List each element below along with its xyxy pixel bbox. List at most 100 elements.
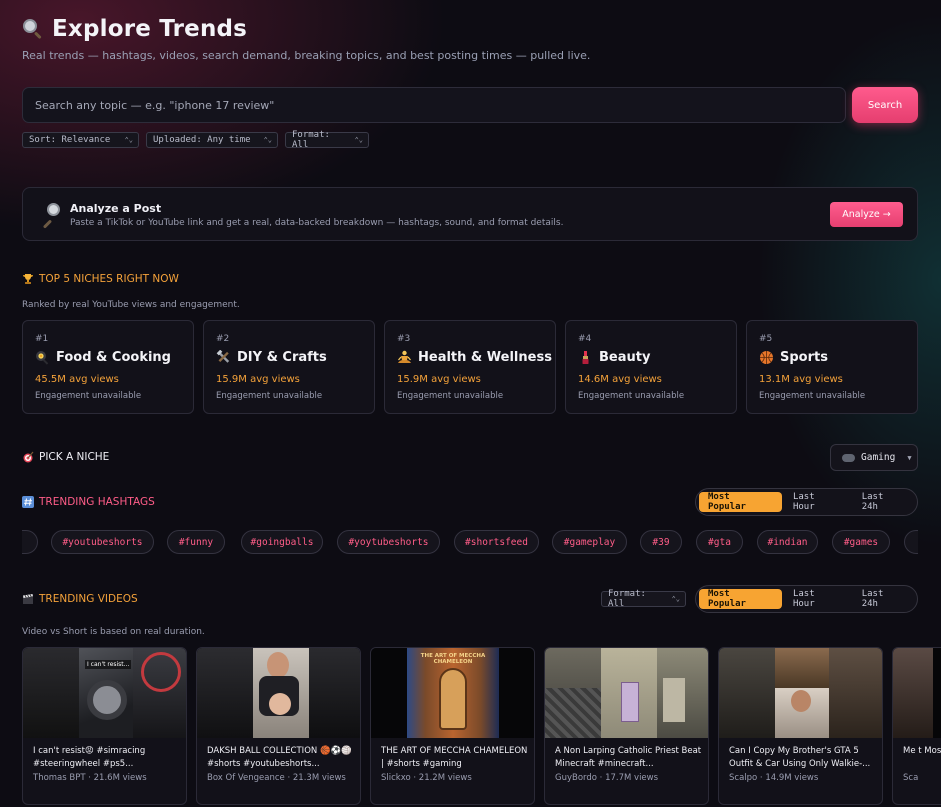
niche-engagement: Engagement unavailable bbox=[216, 391, 323, 401]
uploaded-select[interactable]: Uploaded: Any time ⌃⌄ bbox=[146, 132, 278, 148]
video-thumbnail bbox=[893, 648, 941, 738]
hashtag-chip[interactable]: #funny bbox=[167, 530, 225, 554]
search-filters: Sort: Relevance ⌃⌄ Uploaded: Any time ⌃⌄ F… bbox=[22, 130, 369, 150]
search-input[interactable] bbox=[35, 98, 845, 112]
tab-last-hour[interactable]: Last Hour bbox=[784, 589, 851, 609]
video-title: A Non Larping Catholic Priest Beat Minec… bbox=[555, 746, 702, 769]
target-icon bbox=[23, 451, 34, 463]
video-format-select[interactable]: Format: All ⌃⌄ bbox=[601, 589, 686, 609]
niches-heading: TOP 5 NICHES RIGHT NOW bbox=[39, 273, 179, 285]
niche-engagement: Engagement unavailable bbox=[35, 391, 142, 401]
video-meta: Scalpo · 14.9M views bbox=[729, 773, 819, 783]
video-card[interactable]: I can't resist... I can't resist😡 #simra… bbox=[22, 647, 187, 805]
sort-select-value: Sort: Relevance bbox=[29, 135, 111, 145]
updown-icon: ⌃⌄ bbox=[263, 136, 272, 144]
niche-card[interactable]: #1 Food & Cooking 45.5M avg views Engage… bbox=[22, 320, 194, 414]
video-title: THE ART OF MECCHA CHAMELEON | #shorts #g… bbox=[381, 746, 528, 769]
hashtag-chip[interactable]: #youtubeshorts bbox=[51, 530, 154, 554]
videos-note: Video vs Short is based on real duration… bbox=[22, 627, 205, 637]
lipstick-icon bbox=[582, 351, 589, 364]
hashtags-heading: TRENDING HASHTAGS bbox=[39, 496, 155, 508]
hashtag-chip[interactable]: #shortsfeed bbox=[454, 530, 539, 554]
tools-icon bbox=[216, 350, 230, 363]
tab-most-popular[interactable]: Most Popular bbox=[699, 589, 782, 609]
niche-engagement: Engagement unavailable bbox=[397, 391, 504, 401]
gamepad-icon bbox=[842, 453, 855, 462]
video-card[interactable]: Me t Mos Sca bbox=[892, 647, 941, 805]
video-title: I can't resist😡 #simracing #steeringwhee… bbox=[33, 746, 146, 769]
hashtag-chip-partial[interactable] bbox=[22, 530, 38, 554]
video-thumbnail: THE ART OF MECCHA CHAMELEON bbox=[371, 648, 534, 738]
niches-heading-row: TOP 5 NICHES RIGHT NOW bbox=[22, 273, 179, 285]
hashtag-chip[interactable]: #gta bbox=[696, 530, 743, 554]
videos-heading-row: TRENDING VIDEOS bbox=[22, 593, 138, 605]
search-button[interactable]: Search bbox=[852, 87, 918, 123]
niche-rank: #5 bbox=[759, 334, 773, 344]
niche-avg-views: 15.9M avg views bbox=[216, 374, 300, 385]
niche-name: Food & Cooking bbox=[56, 350, 171, 365]
hashtag-chip[interactable]: #games bbox=[832, 530, 890, 554]
video-card[interactable]: THE ART OF MECCHA CHAMELEON THE ART OF M… bbox=[370, 647, 535, 805]
sort-select[interactable]: Sort: Relevance ⌃⌄ bbox=[22, 132, 139, 148]
hashtag-chip[interactable]: #39 bbox=[640, 530, 682, 554]
video-title: DAKSH BALL COLLECTION 🏀⚽🏐 #shorts #youtu… bbox=[207, 746, 352, 769]
niche-card[interactable]: #4 Beauty 14.6M avg views Engagement una… bbox=[565, 320, 737, 414]
hashtag-chip[interactable]: #yoytubeshorts bbox=[337, 530, 440, 554]
page-title: Explore Trends bbox=[52, 16, 248, 42]
video-card[interactable]: DAKSH BALL COLLECTION 🏀⚽🏐 #shorts #youtu… bbox=[196, 647, 361, 805]
tab-last-24h[interactable]: Last 24h bbox=[853, 589, 914, 609]
video-card[interactable]: A Non Larping Catholic Priest Beat Minec… bbox=[544, 647, 709, 805]
niche-avg-views: 15.9M avg views bbox=[397, 374, 481, 385]
niche-rank: #2 bbox=[216, 334, 230, 344]
niche-card[interactable]: #2 DIY & Crafts 15.9M avg views Engageme… bbox=[203, 320, 375, 414]
tab-last-24h[interactable]: Last 24h bbox=[853, 492, 914, 512]
niche-rank: #3 bbox=[397, 334, 411, 344]
niche-avg-views: 45.5M avg views bbox=[35, 374, 119, 385]
niche-engagement: Engagement unavailable bbox=[578, 391, 685, 401]
video-title: Me t Mos bbox=[903, 746, 941, 756]
niche-dropdown-value: Gaming bbox=[861, 452, 896, 463]
niche-name: Sports bbox=[780, 350, 828, 365]
niche-name: Beauty bbox=[599, 350, 651, 365]
trophy-icon bbox=[23, 274, 33, 284]
hashtag-chip[interactable]: #gameplay bbox=[552, 530, 627, 554]
niche-name-row: Beauty bbox=[578, 350, 650, 365]
hashtag-chip[interactable]: #indian bbox=[757, 530, 818, 554]
niche-cards: #1 Food & Cooking 45.5M avg views Engage… bbox=[22, 320, 918, 414]
analyze-post-card: Analyze a Post Paste a TikTok or YouTube… bbox=[22, 187, 918, 241]
niche-card[interactable]: #5 Sports 13.1M avg views Engagement una… bbox=[746, 320, 918, 414]
pick-niche-heading: PICK A NICHE bbox=[39, 451, 110, 463]
analyze-heading: Analyze a Post bbox=[70, 202, 162, 215]
frying-pan-icon bbox=[36, 351, 49, 365]
pushpin-icon bbox=[39, 203, 61, 229]
page-subtitle: Real trends — hashtags, videos, search d… bbox=[22, 49, 591, 62]
video-meta: GuyBordo · 17.7M views bbox=[555, 773, 659, 783]
tab-last-hour[interactable]: Last Hour bbox=[784, 492, 851, 512]
video-thumbnail: I can't resist... bbox=[23, 648, 186, 738]
video-meta: Box Of Vengeance · 21.3M views bbox=[207, 773, 346, 783]
updown-icon: ⌃⌄ bbox=[671, 595, 680, 603]
tab-most-popular[interactable]: Most Popular bbox=[699, 492, 782, 512]
niche-name: DIY & Crafts bbox=[237, 350, 327, 365]
video-card[interactable]: Can I Copy My Brother's GTA 5 Outfit & C… bbox=[718, 647, 883, 805]
niche-name-row: Health & Wellness bbox=[397, 350, 552, 365]
hashtag-chip-partial[interactable] bbox=[904, 530, 918, 554]
format-select-value: Format: All bbox=[292, 130, 330, 150]
niche-card[interactable]: #3 Health & Wellness 15.9M avg views Eng… bbox=[384, 320, 556, 414]
video-meta: Thomas BPT · 21.6M views bbox=[33, 773, 147, 783]
format-select[interactable]: Format: All ⌃⌄ bbox=[285, 130, 369, 150]
thumbnail-caption: THE ART OF MECCHA CHAMELEON bbox=[420, 653, 486, 665]
search-box[interactable] bbox=[22, 87, 846, 123]
niche-avg-views: 13.1M avg views bbox=[759, 374, 843, 385]
thumbnail-caption: I can't resist... bbox=[85, 660, 132, 669]
hashtags-time-tabs: Most Popular Last Hour Last 24h bbox=[695, 488, 918, 516]
clapperboard-icon bbox=[23, 594, 33, 604]
niche-dropdown[interactable]: Gaming ▼ bbox=[830, 444, 918, 471]
hashtag-chip[interactable]: #goingballs bbox=[241, 530, 323, 554]
niche-name: Health & Wellness bbox=[418, 350, 552, 365]
hashtag-list: #youtubeshorts #funny #goingballs #yoytu… bbox=[22, 530, 918, 554]
analyze-button[interactable]: Analyze → bbox=[830, 202, 903, 227]
meditation-icon bbox=[398, 350, 411, 363]
updown-icon: ⌃⌄ bbox=[354, 136, 363, 144]
video-meta: Slickxo · 21.2M views bbox=[381, 773, 472, 783]
